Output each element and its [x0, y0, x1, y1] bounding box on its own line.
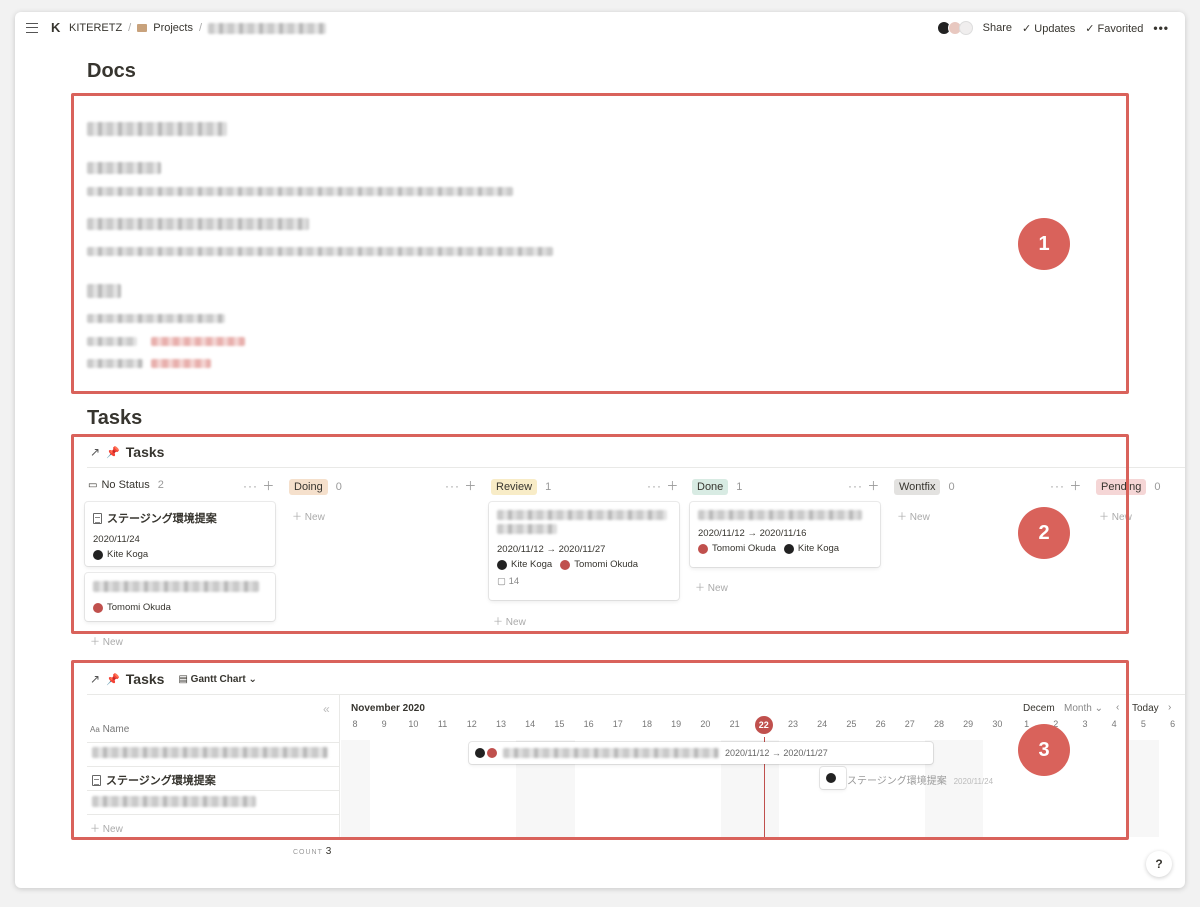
count-footer: COUNT 3: [293, 846, 333, 857]
avatar: [958, 21, 973, 35]
share-button[interactable]: Share: [983, 22, 1012, 34]
updates-button[interactable]: ✓ Updates: [1022, 22, 1075, 35]
annotation-badge-3: 3: [1018, 724, 1070, 776]
tasks-heading: Tasks: [87, 407, 143, 429]
more-options-icon[interactable]: •••: [1153, 21, 1169, 35]
annotation-box-2: [71, 434, 1129, 634]
workspace-logo-icon: K: [51, 20, 61, 35]
folder-icon: [137, 24, 148, 32]
check-icon: ✓: [1085, 22, 1095, 35]
timeline-day: 6: [1170, 719, 1176, 729]
annotation-badge-1: 1: [1018, 218, 1070, 270]
collaborator-avatars[interactable]: [936, 21, 973, 35]
annotation-badge-2: 2: [1018, 507, 1070, 559]
new-card-button[interactable]: ＋ New: [90, 633, 123, 648]
app-window: K KITERETZ / Projects / Share ✓ Updates …: [15, 12, 1185, 888]
annotation-box-3: [71, 660, 1129, 840]
weekend-column: [1129, 740, 1159, 837]
top-actions: Share ✓ Updates ✓ Favorited •••: [936, 21, 1169, 35]
check-icon: ✓: [1021, 22, 1032, 35]
breadcrumb-projects[interactable]: Projects: [153, 22, 193, 34]
menu-icon[interactable]: [26, 23, 38, 33]
help-button[interactable]: ?: [1146, 851, 1172, 877]
timeline-day: 5: [1140, 719, 1146, 729]
docs-heading: Docs: [87, 60, 136, 82]
annotation-box-1: [71, 93, 1129, 394]
favorited-button[interactable]: ✓ Favorited: [1085, 22, 1143, 35]
next-icon[interactable]: ›: [1168, 702, 1171, 713]
today-button[interactable]: Today: [1132, 703, 1159, 714]
top-bar: K KITERETZ / Projects / Share ✓ Updates …: [15, 12, 1185, 46]
breadcrumb: K KITERETZ / Projects /: [51, 20, 327, 35]
breadcrumb-workspace[interactable]: KITERETZ: [69, 22, 122, 34]
breadcrumb-page-redacted[interactable]: [208, 22, 327, 34]
